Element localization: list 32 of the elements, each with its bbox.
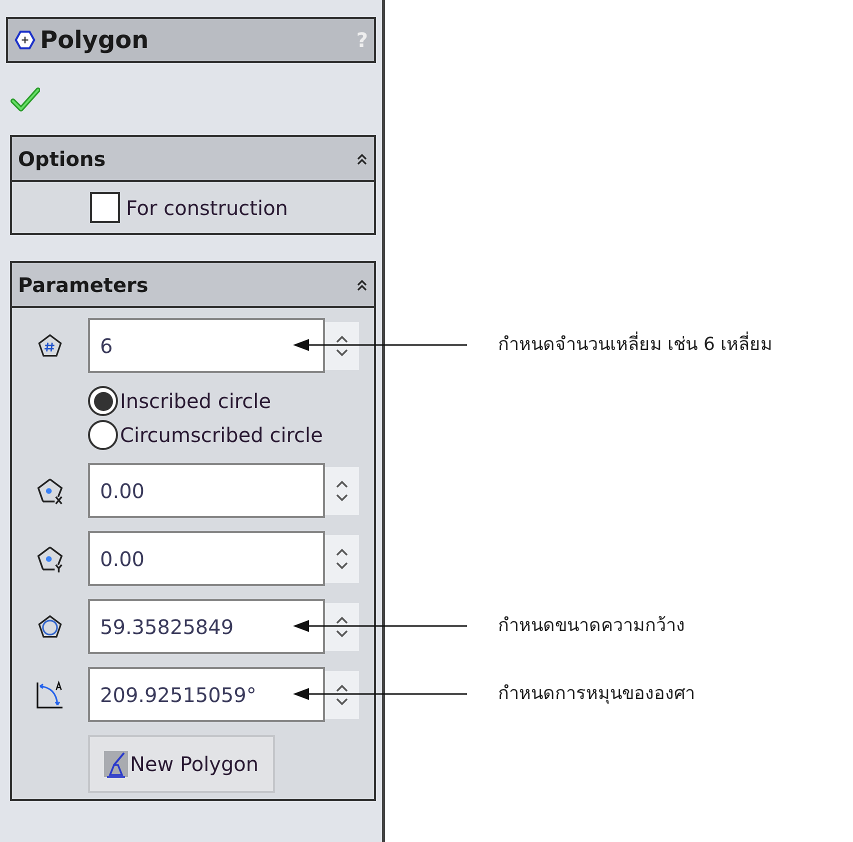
radio-label: Inscribed circle [120,388,272,415]
radio-button[interactable] [88,420,118,450]
number-field[interactable]: 209.92515059° [88,667,325,722]
annotation-text: กำหนดขนาดความกว้าง [498,614,685,638]
angle-icon [35,680,65,710]
sketch-pen-icon [104,749,128,779]
number-field[interactable]: 59.35825849 [88,599,325,654]
spin-buttons[interactable] [325,602,359,650]
annotation-text: กำหนดจำนวนเหลี่ยม เช่น 6 เหลี่ยม [498,331,773,358]
section-header[interactable]: Parameters [12,263,374,308]
ok-check-icon[interactable] [10,86,40,112]
spin-buttons[interactable] [325,322,359,370]
checkbox-label: For construction [126,194,288,222]
new-polygon-button[interactable]: New Polygon [88,735,275,793]
annotation-text: กำหนดการหมุนขององศา [498,682,695,706]
panel-title: Polygon [40,25,149,56]
number-field[interactable]: 6 [88,318,325,373]
number-field[interactable]: 0.00 [88,531,325,586]
collapse-icon[interactable] [356,278,368,292]
radio-button[interactable] [88,386,118,416]
radio-label: Circumscribed circle [120,422,323,449]
polygon-center-x-icon [36,476,64,504]
number-field[interactable]: 0.00 [88,463,325,518]
section-title: Options [18,146,106,172]
spin-buttons[interactable] [325,670,359,718]
section-title: Parameters [18,272,148,298]
collapse-icon[interactable] [356,152,368,166]
polygon-icon [14,29,36,51]
polygon-number-icon [37,332,63,358]
checkbox[interactable] [90,192,120,223]
section-header[interactable]: Options [12,137,374,182]
polygon-center-y-icon [36,544,64,572]
